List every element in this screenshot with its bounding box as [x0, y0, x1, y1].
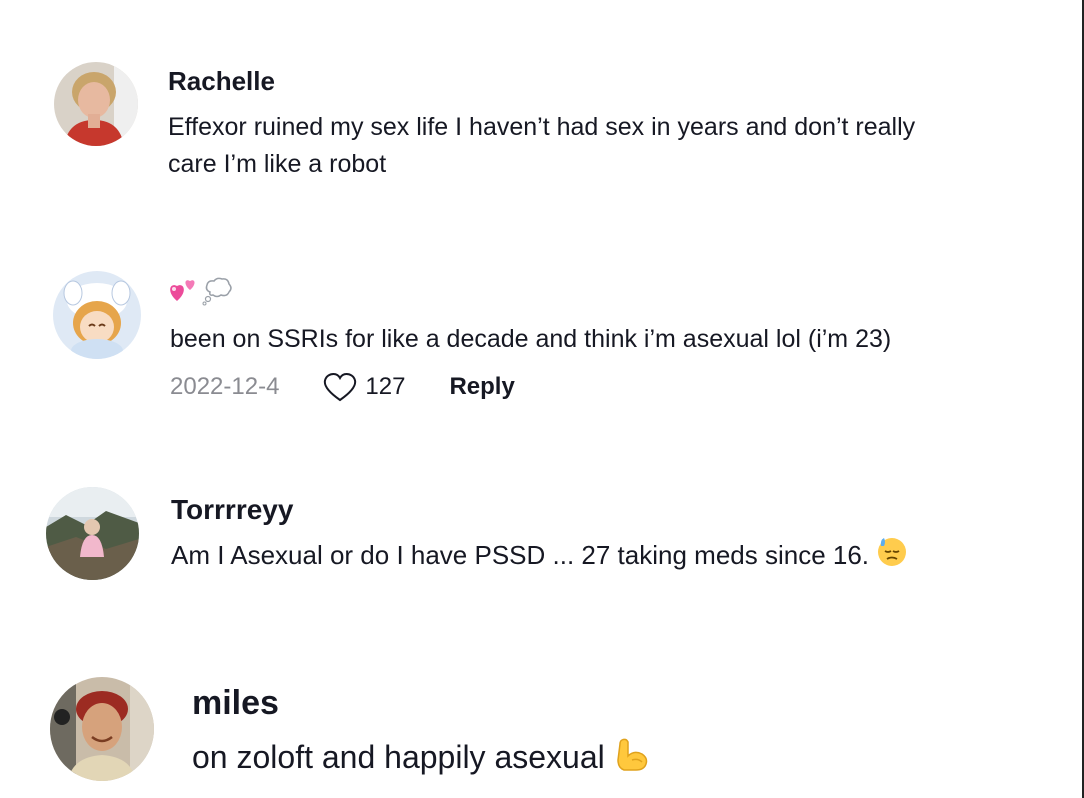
comment-date: 2022-12-4 [170, 373, 280, 400]
comment-item: been on SSRIs for like a decade and thin… [0, 200, 1084, 440]
comment-text: Am I Asexual or do I have PSSD ... 27 ta… [171, 536, 908, 579]
comment-item: Torrrreyy Am I Asexual or do I have PSSD… [0, 440, 1084, 640]
comment-text: on zoloft and happily asexual [192, 734, 650, 784]
reply-button[interactable]: Reply [449, 373, 514, 401]
comment-meta: 2022-12-4 127 Reply [170, 372, 515, 402]
comment-text-content: Am I Asexual or do I have PSSD ... 27 ta… [171, 540, 870, 570]
downcast-sweat-face-icon [876, 536, 908, 579]
heart-outline-icon [324, 372, 357, 402]
comment-text-content: on zoloft and happily asexual [192, 739, 605, 775]
like-button[interactable]: 127 [323, 372, 405, 402]
comment-text: been on SSRIs for like a decade and thin… [170, 325, 892, 353]
username[interactable]: Torrrreyy [171, 494, 293, 526]
avatar[interactable] [50, 677, 154, 781]
thought-bubble-icon [202, 276, 234, 311]
avatar[interactable] [54, 62, 138, 146]
comment-text: Effexor ruined my sex life I haven’t had… [168, 113, 916, 141]
username[interactable]: miles [192, 684, 279, 723]
comment-text: care I’m like a robot [168, 150, 387, 178]
flexed-biceps-icon [614, 736, 650, 784]
comment-item: Rachelle Effexor ruined my sex life I ha… [0, 0, 1084, 200]
like-count: 127 [365, 373, 406, 400]
username[interactable] [168, 276, 234, 311]
username[interactable]: Rachelle [168, 66, 275, 97]
comment-item: miles on zoloft and happily asexual [0, 640, 1084, 798]
avatar[interactable] [46, 487, 139, 580]
avatar[interactable] [53, 271, 141, 359]
sparkling-heart-icon [168, 276, 198, 311]
